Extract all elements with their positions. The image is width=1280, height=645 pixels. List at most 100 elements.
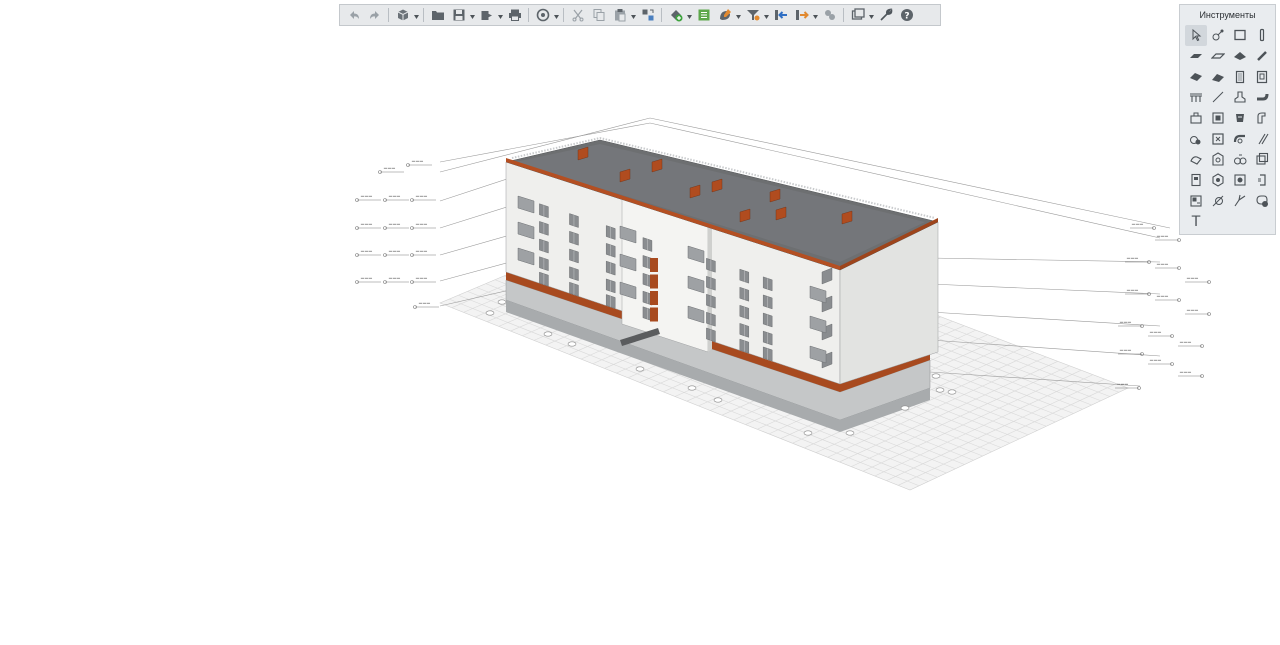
import-button[interactable] (771, 6, 790, 24)
opening-icon (1211, 49, 1225, 63)
beam-tool[interactable] (1251, 46, 1273, 67)
edit-dropdown-button[interactable] (735, 6, 742, 24)
column-tool[interactable] (1251, 25, 1273, 46)
slab-icon (1189, 49, 1203, 63)
filter-button[interactable] (743, 6, 762, 24)
cut-button[interactable] (568, 6, 587, 24)
measure-tool[interactable] (1207, 191, 1229, 212)
add-dropdown-button[interactable] (686, 6, 693, 24)
export-out-button[interactable] (792, 6, 811, 24)
door-icon (1233, 70, 1247, 84)
open-button[interactable] (428, 6, 447, 24)
export-dropdown-button[interactable] (497, 6, 504, 24)
filter-icon (746, 8, 760, 22)
export-out-dropdown-button[interactable] (812, 6, 819, 24)
views-button[interactable] (393, 6, 412, 24)
light-tool[interactable] (1207, 170, 1229, 191)
duct-icon (1255, 111, 1269, 125)
settings-button[interactable] (876, 6, 895, 24)
socket-tool[interactable] (1251, 170, 1273, 191)
render-button[interactable] (820, 6, 839, 24)
cabinet-tool[interactable] (1207, 128, 1229, 149)
valve-tool[interactable] (1185, 128, 1207, 149)
pump-tool[interactable] (1185, 149, 1207, 170)
vent-tool[interactable] (1229, 108, 1251, 129)
filter-dropdown-button[interactable] (763, 6, 770, 24)
roof-tool[interactable] (1229, 46, 1251, 67)
fixture-tool[interactable] (1229, 87, 1251, 108)
shield-tool[interactable] (1207, 149, 1229, 170)
sync-button[interactable] (533, 6, 552, 24)
tools-panel-title: Инструменты (1199, 10, 1256, 20)
undo-button[interactable] (344, 6, 363, 24)
text-tool[interactable]: T (1185, 211, 1207, 232)
line-icon (1211, 90, 1225, 104)
equipment-icon (1189, 111, 1203, 125)
scissors-icon (571, 8, 585, 22)
building-model[interactable] (505, 136, 939, 432)
wall-tool[interactable] (1229, 25, 1251, 46)
redo-button[interactable] (365, 6, 384, 24)
cabinet-icon (1211, 132, 1225, 146)
save-button[interactable] (449, 6, 468, 24)
copy-button[interactable] (589, 6, 608, 24)
panel-tool[interactable] (1207, 108, 1229, 129)
display-dropdown-button[interactable] (868, 6, 875, 24)
views-dropdown-button[interactable] (413, 6, 420, 24)
slab-tool[interactable] (1185, 46, 1207, 67)
windows-icon (851, 8, 865, 22)
svg-text:— — —: — — — (1127, 256, 1138, 260)
pump-icon (1189, 152, 1203, 166)
export-button[interactable] (477, 6, 496, 24)
sync-dropdown-button[interactable] (553, 6, 560, 24)
redo-icon (368, 8, 382, 22)
box-tool[interactable] (1251, 149, 1273, 170)
device-tool[interactable] (1185, 170, 1207, 191)
ramp-tool[interactable] (1207, 66, 1229, 87)
fixture-icon (1233, 90, 1247, 104)
paste-button[interactable] (610, 6, 629, 24)
level-markers-right: — — — — — — — — — — — — — — — — — — — — — — — —… (1115, 222, 1211, 390)
transfer-button[interactable] (638, 6, 657, 24)
print-button[interactable] (505, 6, 524, 24)
fitting-tool[interactable] (1229, 128, 1251, 149)
door-tool[interactable] (1229, 66, 1251, 87)
list-icon (697, 8, 711, 22)
export-out-icon (795, 8, 809, 22)
display-button[interactable] (848, 6, 867, 24)
light-icon (1211, 173, 1225, 187)
stair-tool[interactable] (1185, 66, 1207, 87)
leader-tool[interactable] (1229, 191, 1251, 212)
pipe-tool[interactable] (1251, 87, 1273, 108)
list-button[interactable] (694, 6, 713, 24)
stair-icon (1189, 70, 1203, 84)
select-tool[interactable] (1185, 25, 1207, 46)
add-button[interactable] (666, 6, 685, 24)
railing-tool[interactable] (1185, 87, 1207, 108)
svg-text:?: ? (904, 12, 909, 22)
tag-tool[interactable] (1185, 191, 1207, 212)
edit-button[interactable] (715, 6, 734, 24)
box-icon (1255, 152, 1269, 166)
line-tool[interactable] (1207, 87, 1229, 108)
toolbar-separator (563, 8, 564, 22)
window-tool[interactable] (1251, 66, 1273, 87)
cloud-tool[interactable] (1251, 191, 1273, 212)
svg-text:— — —: — — — (361, 222, 372, 226)
save-dropdown-button[interactable] (469, 6, 476, 24)
leader-icon (1233, 194, 1247, 208)
printer-icon (508, 8, 522, 22)
help-button[interactable]: ? (897, 6, 916, 24)
model-viewport[interactable]: — — — — — — — — — — — — — — — — — — — — — — — —… (0, 0, 1280, 645)
window-icon (1255, 70, 1269, 84)
fan-tool[interactable] (1229, 149, 1251, 170)
sensor-tool[interactable] (1229, 170, 1251, 191)
svg-text:— — —: — — — (1117, 382, 1128, 386)
equipment-tool[interactable] (1185, 108, 1207, 129)
flow-tool[interactable] (1251, 128, 1273, 149)
opening-tool[interactable] (1207, 46, 1229, 67)
axis-tool[interactable] (1207, 25, 1229, 46)
svg-text:— — —: — — — (361, 276, 372, 280)
paste-dropdown-button[interactable] (630, 6, 637, 24)
duct-tool[interactable] (1251, 108, 1273, 129)
